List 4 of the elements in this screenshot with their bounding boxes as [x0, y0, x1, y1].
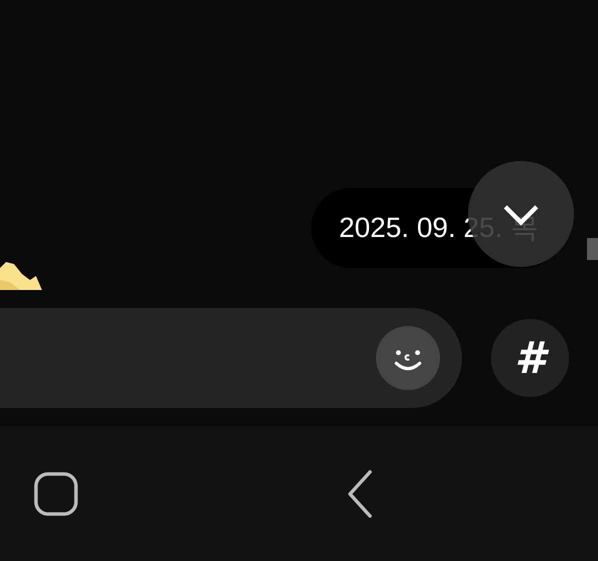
message-input-field[interactable]	[0, 308, 462, 408]
scrollbar-thumb	[587, 238, 598, 260]
hashtag-button[interactable]: #	[491, 319, 569, 397]
home-button[interactable]	[34, 472, 78, 516]
